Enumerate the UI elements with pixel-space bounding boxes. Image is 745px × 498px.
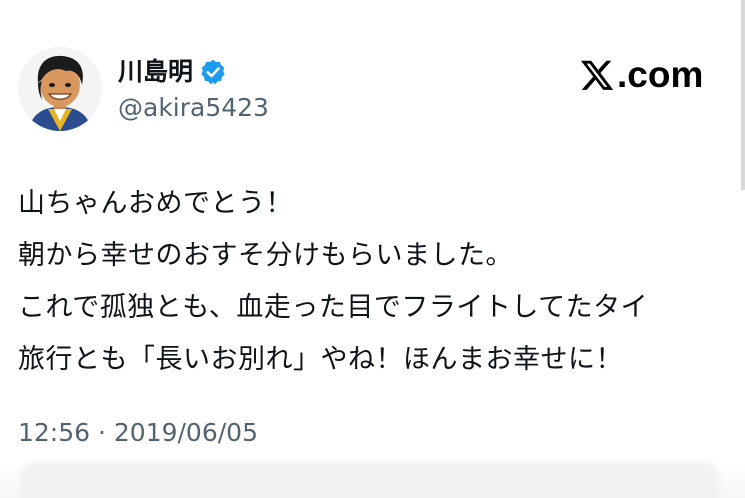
author-display-name[interactable]: 川島明: [118, 56, 227, 88]
author-handle[interactable]: @akira5423: [118, 92, 269, 124]
verified-badge-icon: [199, 58, 227, 86]
tweet-line: 朝から幸せのおすそ分けもらいました。: [18, 240, 513, 271]
tweet-line: 旅行とも「長いお別れ」やね！ほんまお幸せに！: [18, 344, 623, 375]
brand-domain-text: .com: [617, 54, 704, 95]
caricature-avatar-icon[interactable]: [18, 47, 102, 131]
x-logo-icon: [580, 60, 614, 90]
x-brand-logo: .com: [579, 54, 704, 95]
blurred-embed-preview: [20, 462, 720, 498]
tweet-line: これで孤独とも、血走った目でフライトしてたタイ: [18, 292, 649, 323]
display-name-text[interactable]: 川島明: [118, 56, 193, 88]
tweet-card: 川島明 @akira5423 .com 山ちゃんおめでとう！ 朝から幸せのおすそ…: [0, 0, 745, 498]
scroll-edge: [741, 0, 745, 190]
tweet-body: 山ちゃんおめでとう！ 朝から幸せのおすそ分けもらいました。 これで孤独とも、血走…: [18, 178, 730, 386]
tweet-timestamp[interactable]: 12:56 · 2019/06/05: [18, 417, 258, 449]
tweet-line: 山ちゃんおめでとう！: [18, 188, 293, 219]
